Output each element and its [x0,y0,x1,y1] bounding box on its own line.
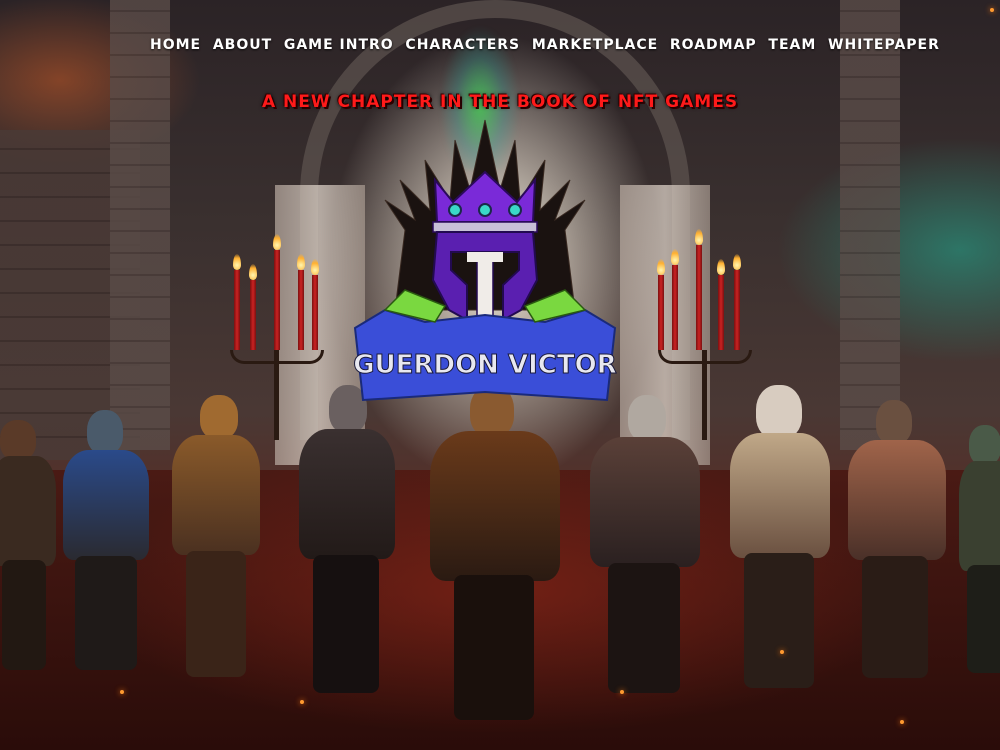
ember [900,720,904,724]
hero-tagline: A NEW CHAPTER IN THE BOOK OF NFT GAMES [261,92,739,112]
logo-text: GUERDON VICTOR [353,350,616,380]
ember [620,690,624,694]
nav-whitepaper[interactable]: WHITEPAPER [828,37,940,53]
spartan-helmet-crown-icon: GUERDON VICTOR [353,119,617,402]
main-navigation: HOME ABOUT GAME INTRO CHARACTERS MARKETP… [150,34,940,56]
nav-roadmap[interactable]: ROADMAP [670,37,757,53]
nav-marketplace[interactable]: MARKETPLACE [532,37,658,53]
character-1 [0,420,60,670]
ember [780,650,784,654]
nav-home[interactable]: HOME [150,37,201,53]
nav-characters[interactable]: CHARACTERS [405,37,520,53]
character-2 [55,410,155,670]
character-3 [160,395,270,680]
character-9 [955,425,1000,675]
character-5 [420,385,570,720]
nav-game-intro[interactable]: GAME INTRO [284,37,394,53]
ember [120,690,124,694]
ember [300,700,304,704]
character-8 [840,400,955,680]
castle-tower-left [110,0,170,450]
nav-team[interactable]: TEAM [768,37,816,53]
guerdon-victor-logo: GUERDON VICTOR [345,110,625,410]
nav-about[interactable]: ABOUT [213,37,272,53]
castle-tower-right [840,0,900,450]
character-6 [580,395,710,695]
character-4 [285,385,405,695]
character-7 [720,385,840,690]
ember [990,8,994,12]
